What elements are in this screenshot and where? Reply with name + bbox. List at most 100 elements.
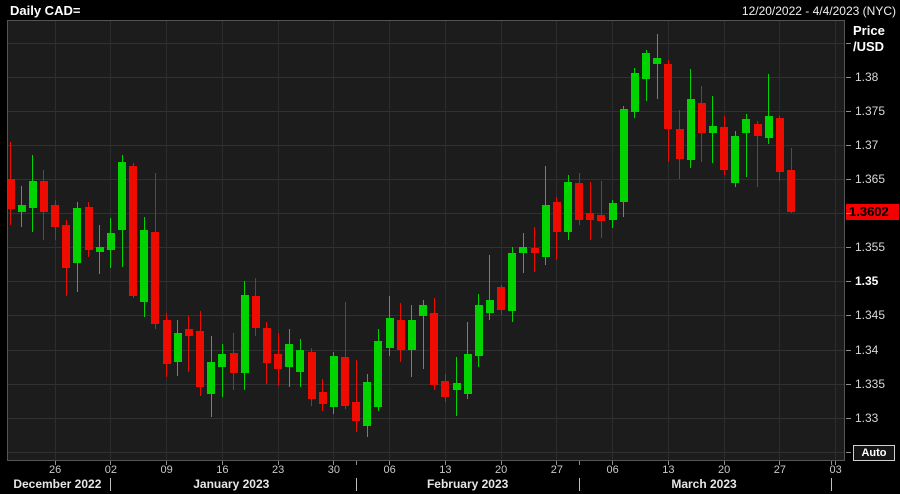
candle-body [664, 63, 673, 129]
gridline-vertical [277, 21, 279, 460]
y-axis-tick [846, 281, 851, 283]
chart-header: Daily CAD= 12/20/2022 - 4/4/2023 (NYC) [0, 0, 900, 20]
gridline-horizontal [8, 110, 844, 112]
candle-body [73, 207, 82, 263]
candle-body [8, 179, 15, 210]
candle-body [184, 329, 193, 336]
month-label: December 2022 [13, 477, 102, 491]
x-axis-day-label: 20 [717, 464, 731, 476]
chart-plot-area[interactable] [7, 20, 845, 461]
month-label: January 2023 [193, 477, 270, 491]
gridline-vertical [54, 21, 56, 460]
candle-body [675, 128, 684, 159]
candle-body [129, 165, 138, 297]
candle-body [396, 319, 405, 350]
auto-scale-button[interactable]: Auto [853, 445, 895, 461]
y-axis-label: 1.345 [855, 308, 886, 323]
candle-wick [188, 316, 190, 373]
candle-body [708, 125, 717, 133]
candle-body [207, 361, 216, 394]
x-axis-day-label: 27 [550, 464, 563, 476]
candle-body [95, 246, 104, 253]
candle-body [497, 286, 506, 311]
y-axis-label: 1.38 [855, 69, 879, 84]
candle-body [463, 354, 472, 394]
gridline-horizontal [8, 349, 844, 351]
gridline-horizontal [8, 417, 844, 419]
month-label: March 2023 [671, 477, 737, 491]
candle-body [430, 312, 439, 385]
month-separator [578, 478, 580, 491]
gridline-vertical [612, 21, 614, 460]
candle-body [218, 354, 227, 368]
candle-body [329, 356, 338, 407]
candle-body [374, 341, 383, 407]
candle-body [84, 207, 93, 251]
candle-body [118, 162, 126, 231]
candle-body [764, 115, 773, 138]
candle-wick [355, 359, 357, 433]
y-axis-tick [846, 145, 851, 147]
month-separator [355, 478, 357, 491]
y-axis-tick [846, 42, 851, 44]
candle-body [552, 201, 561, 232]
candle-body [407, 319, 416, 350]
gridline-horizontal [8, 451, 844, 453]
last-price-tag: 1.3602 [846, 203, 899, 220]
y-axis-tick [846, 349, 851, 351]
candle-body [697, 102, 706, 134]
candle-body [597, 215, 606, 222]
candle-body [51, 205, 60, 227]
candle-body [285, 344, 294, 368]
chart-window: Daily CAD= 12/20/2022 - 4/4/2023 (NYC) P… [0, 0, 900, 494]
x-axis-day-label: 03 [829, 464, 842, 476]
axis-unit-line1: Price [853, 23, 885, 38]
y-axis-label: 1.37 [855, 138, 879, 153]
candle-body [452, 382, 461, 390]
candle-wick [656, 33, 658, 99]
candle-body [508, 252, 517, 312]
candle-body [642, 53, 651, 79]
gridline-horizontal [8, 76, 844, 78]
y-axis-label: 1.355 [855, 240, 886, 255]
candle-body [307, 352, 316, 399]
candle-body [385, 317, 394, 348]
y-axis-tick [846, 179, 851, 181]
month-boundary-tick [355, 461, 357, 465]
y-axis-tick [846, 110, 851, 112]
candle-body [318, 391, 327, 405]
candle-body [62, 224, 71, 268]
price-axis[interactable]: Price /USD 1.3602 Auto 1.38 1.375 1.37 1.36… [846, 21, 900, 461]
candle-body [363, 382, 372, 426]
y-axis-tick [846, 76, 851, 78]
candle-body [262, 327, 271, 364]
month-separator [830, 478, 832, 491]
candle-body [586, 212, 595, 221]
x-axis-day-label: 26 [48, 464, 62, 476]
x-axis-day-label: 20 [494, 464, 508, 476]
candle-body [564, 181, 572, 232]
x-axis-day-label: 06 [383, 464, 396, 476]
candle-wick [522, 233, 524, 273]
month-boundary-tick [578, 461, 580, 465]
y-axis-label: 1.33 [855, 410, 879, 425]
candle-body [753, 123, 762, 136]
axis-unit-label: Price /USD [853, 23, 885, 55]
candle-body [341, 357, 349, 407]
time-axis[interactable]: 26 02 09 16 23 30 06 13 20 27 06 13 20 27 03 December 2… [0, 461, 900, 494]
gridline-vertical [500, 21, 502, 460]
chart-title: Daily CAD= [10, 3, 81, 18]
x-axis-day-label: 27 [773, 464, 786, 476]
candle-body [196, 331, 205, 388]
x-axis-day-label: 02 [104, 464, 117, 476]
date-range-label: 12/20/2022 - 4/4/2023 (NYC) [741, 4, 896, 18]
candle-body [229, 352, 238, 374]
candle-body [419, 304, 428, 317]
gridline-horizontal [8, 145, 844, 147]
candle-body [162, 319, 171, 364]
candle-body [274, 354, 283, 370]
candle-body [653, 57, 662, 64]
candle-wick [600, 180, 602, 239]
candle-body [28, 180, 37, 208]
candle-body [474, 304, 483, 357]
